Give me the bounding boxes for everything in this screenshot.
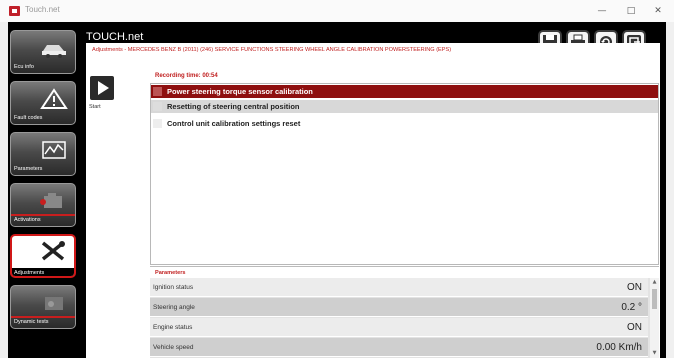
sidebar-item-label: Adjustments bbox=[12, 268, 74, 276]
table-row: Vehicle speed 0.00 Km/h bbox=[150, 338, 648, 357]
param-name: Vehicle speed bbox=[153, 344, 194, 351]
procedure-label: Resetting of steering central position bbox=[167, 102, 300, 111]
param-name: Steering angle bbox=[153, 304, 195, 311]
sidebar-item-label: Activations bbox=[14, 217, 41, 223]
procedure-item-central-position[interactable]: Resetting of steering central position bbox=[151, 100, 658, 113]
parameters-header: Parameters bbox=[150, 266, 659, 277]
procedure-list: Power steering torque sensor calibration… bbox=[150, 83, 659, 265]
sidebar-item-fault-codes[interactable]: Fault codes bbox=[10, 81, 76, 125]
sidebar-item-parameters[interactable]: Parameters bbox=[10, 132, 76, 176]
scroll-down-icon[interactable]: ▼ bbox=[650, 349, 659, 358]
scroll-up-icon[interactable]: ▲ bbox=[650, 278, 659, 287]
breadcrumb: Adjustments - MERCEDES BENZ B (2011) (24… bbox=[92, 47, 452, 53]
procedure-marker bbox=[153, 102, 162, 111]
dynamic-test-icon bbox=[45, 297, 63, 310]
close-button[interactable]: ✕ bbox=[646, 3, 670, 19]
parameters-scrollbar[interactable]: ▲ ▼ bbox=[650, 278, 659, 358]
start-label: Start bbox=[89, 104, 101, 110]
procedure-label: Power steering torque sensor calibration bbox=[167, 87, 313, 96]
sidebar-item-adjustments[interactable]: Adjustments bbox=[10, 234, 76, 278]
param-value: ON bbox=[627, 282, 642, 293]
procedure-item-settings-reset[interactable]: Control unit calibration settings reset bbox=[151, 117, 658, 130]
param-value: 0.2 ° bbox=[621, 302, 642, 313]
procedure-marker bbox=[153, 87, 162, 96]
param-value: 0.00 Km/h bbox=[596, 342, 642, 353]
app-title: TOUCH.net bbox=[86, 31, 144, 43]
sidebar-item-label: Parameters bbox=[14, 166, 43, 172]
activation-bar bbox=[11, 316, 75, 318]
window-titlebar: Touch.net — □ ✕ bbox=[0, 0, 674, 22]
param-name: Ignition status bbox=[153, 284, 194, 291]
param-name: Engine status bbox=[153, 324, 193, 331]
sidebar-item-activations[interactable]: Activations bbox=[10, 183, 76, 227]
restore-button[interactable]: □ bbox=[619, 3, 643, 19]
warning-icon bbox=[40, 88, 68, 109]
activation-bar bbox=[11, 214, 75, 216]
procedure-item-torque-sensor[interactable]: Power steering torque sensor calibration bbox=[151, 85, 658, 98]
parameters-table: Ignition status ON Steering angle 0.2 ° … bbox=[150, 278, 659, 358]
sidebar-item-label: Ecu info bbox=[14, 64, 34, 70]
scroll-thumb[interactable] bbox=[652, 289, 657, 309]
recording-time: Recording time: 00:54 bbox=[155, 73, 218, 79]
procedure-marker bbox=[153, 119, 162, 128]
window-title: Touch.net bbox=[25, 5, 60, 14]
minimize-button[interactable]: — bbox=[590, 3, 614, 19]
param-value: ON bbox=[627, 322, 642, 333]
sidebar-item-dynamic-tests[interactable]: Dynamic tests bbox=[10, 285, 76, 329]
sidebar-item-label: Dynamic tests bbox=[14, 319, 49, 325]
procedure-label: Control unit calibration settings reset bbox=[167, 119, 301, 128]
breadcrumb-bar: Adjustments - MERCEDES BENZ B (2011) (24… bbox=[86, 43, 660, 60]
start-button[interactable] bbox=[90, 76, 114, 100]
engine-icon bbox=[40, 193, 62, 208]
app-logo-icon bbox=[9, 6, 20, 16]
table-row: Ignition status ON bbox=[150, 278, 648, 297]
table-row: Steering angle 0.2 ° bbox=[150, 298, 648, 317]
sidebar: Ecu info Fault codes Parameters Activati… bbox=[8, 28, 77, 358]
sidebar-item-label: Fault codes bbox=[14, 115, 43, 121]
car-info-icon bbox=[42, 45, 66, 58]
table-row: Engine status ON bbox=[150, 318, 648, 337]
graph-icon bbox=[42, 141, 66, 159]
sidebar-item-ecu-info[interactable]: Ecu info bbox=[10, 30, 76, 74]
parameters-title: Parameters bbox=[155, 270, 186, 276]
tools-icon bbox=[41, 241, 65, 261]
